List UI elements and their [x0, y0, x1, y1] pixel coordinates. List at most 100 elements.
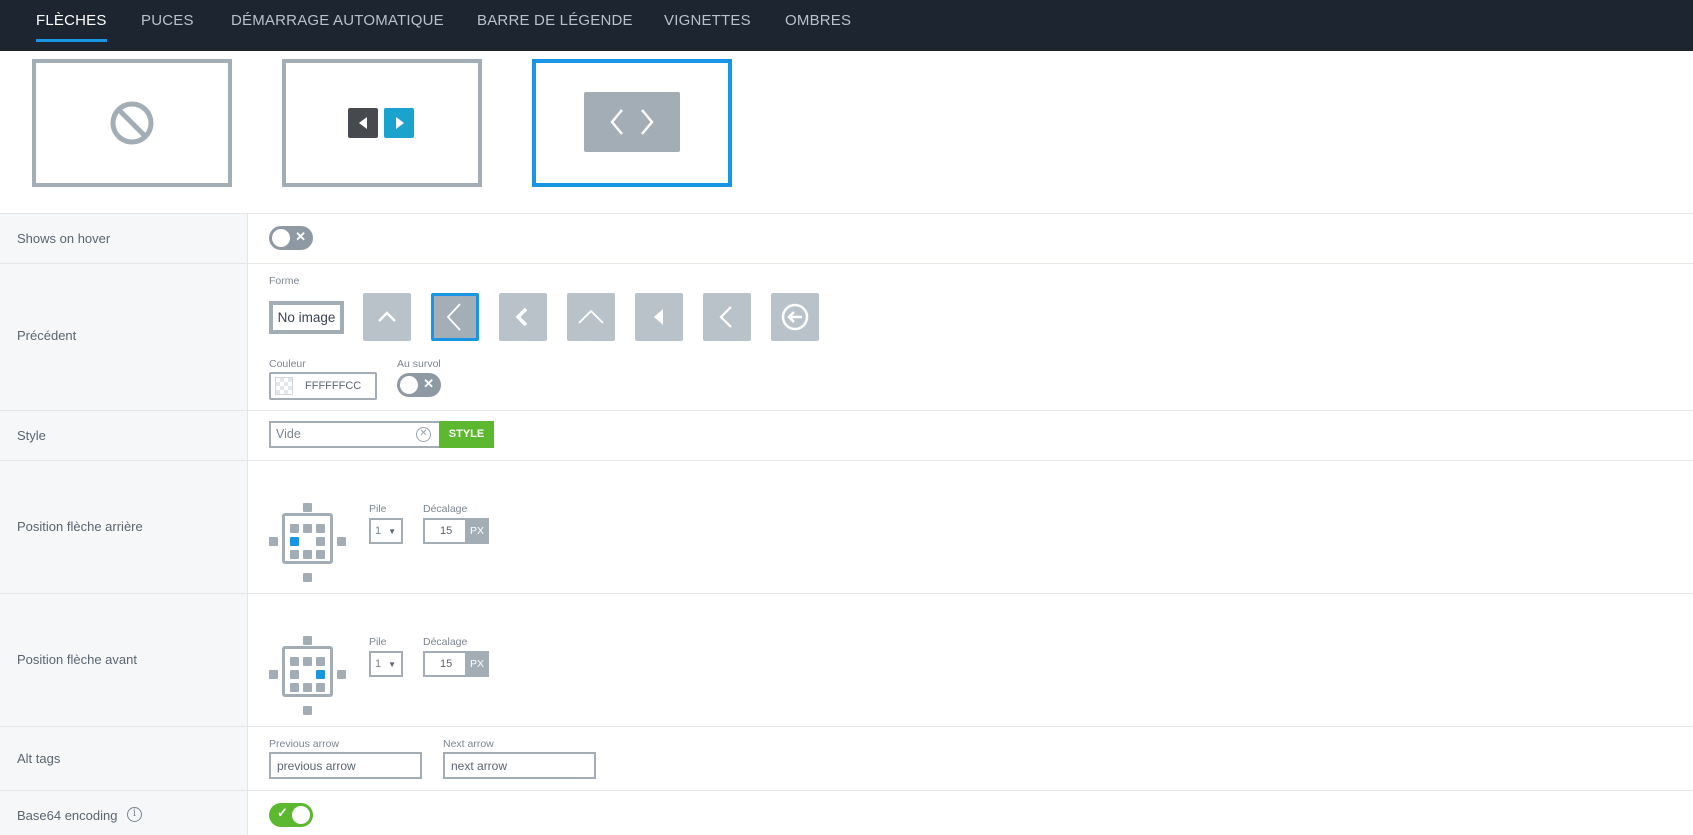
position-bottom-left[interactable]: [290, 683, 299, 692]
thin-chevron-up-icon: [578, 309, 604, 324]
shape-thin-chevron-left[interactable]: [431, 293, 479, 341]
position-top-center[interactable]: [303, 524, 312, 533]
bold-chevron-left-icon: [515, 307, 528, 327]
stack-value: 1: [375, 525, 382, 537]
position-top-outside[interactable]: [303, 636, 312, 645]
stack-select[interactable]: 1 ▼: [369, 518, 403, 544]
position-bottom-right[interactable]: [316, 550, 325, 559]
tab-vignettes[interactable]: VIGNETTES: [664, 12, 751, 29]
position-middle-left[interactable]: [290, 670, 299, 679]
offset-input[interactable]: 15: [423, 651, 467, 677]
shows-on-hover-label: Shows on hover: [17, 231, 111, 246]
row-style: Style: [0, 410, 1693, 460]
row-shows-on-hover: Shows on hover: [0, 213, 1693, 263]
tab-ombres[interactable]: OMBRES: [785, 12, 851, 29]
small-arrow-buttons-icon: [348, 108, 414, 138]
arrow-type-none[interactable]: [32, 59, 232, 187]
arrow-type-chevron-box[interactable]: [532, 59, 732, 187]
shape-label: Forme: [269, 275, 300, 287]
toggle-knob: [292, 806, 310, 824]
shows-on-hover-toggle[interactable]: ✕: [269, 226, 313, 250]
previous-arrow-label: Previous arrow: [269, 738, 340, 750]
previous-arrow-alt-input[interactable]: previous arrow: [269, 752, 422, 779]
unit-label: PX: [465, 518, 489, 544]
row-front-arrow-position: Position flèche avant: [0, 593, 1693, 726]
hover-label: Au survol: [397, 358, 441, 370]
color-picker-input[interactable]: FFFFFFCC: [269, 372, 377, 400]
shape-chevron-up[interactable]: [363, 293, 411, 341]
base64-label: Base64 encoding: [17, 808, 118, 823]
stack-label: Pile: [369, 503, 387, 515]
position-middle-left[interactable]: [290, 537, 299, 546]
position-bottom-center[interactable]: [303, 683, 312, 692]
shape-triangle-left[interactable]: [635, 293, 683, 341]
arrow-type-small-buttons[interactable]: [282, 59, 482, 187]
next-arrow-label: Next arrow: [443, 738, 494, 750]
next-arrow-alt-input[interactable]: next arrow: [443, 752, 596, 779]
tab-demarrage-automatique[interactable]: DÉMARRAGE AUTOMATIQUE: [231, 12, 444, 29]
front-position-label: Position flèche avant: [17, 652, 137, 667]
position-middle-right[interactable]: [316, 670, 325, 679]
none-icon: [110, 101, 154, 145]
row-alt-tags: Alt tags: [0, 726, 1693, 790]
toggle-knob: [272, 229, 290, 247]
position-right-outside[interactable]: [337, 670, 346, 679]
hover-color-toggle[interactable]: ✕: [397, 373, 441, 397]
base64-toggle[interactable]: ✓: [269, 803, 313, 827]
position-middle-right[interactable]: [316, 537, 325, 546]
tab-puces[interactable]: PUCES: [141, 12, 194, 29]
position-bottom-right[interactable]: [316, 683, 325, 692]
style-button[interactable]: STYLE: [439, 421, 494, 448]
position-top-left[interactable]: [290, 657, 299, 666]
front-arrow-position-grid: [269, 634, 346, 718]
position-bottom-left[interactable]: [290, 550, 299, 559]
precedent-label: Précédent: [17, 328, 77, 343]
back-position-label: Position flèche arrière: [17, 519, 143, 534]
position-bottom-outside[interactable]: [303, 706, 312, 715]
shape-chevron-left[interactable]: [703, 293, 751, 341]
position-left-outside[interactable]: [269, 537, 278, 546]
close-icon: ✕: [295, 229, 306, 244]
row-back-arrow-position: Position flèche arrière: [0, 460, 1693, 593]
chevron-up-icon: [378, 311, 396, 322]
position-bottom-center[interactable]: [303, 550, 312, 559]
offset-label: Décalage: [423, 636, 468, 648]
caret-down-icon: ▼: [388, 527, 396, 536]
position-right-outside[interactable]: [337, 537, 346, 546]
style-input[interactable]: Vide: [269, 421, 439, 448]
stack-label: Pile: [369, 636, 387, 648]
chevron-left-icon: [719, 306, 732, 328]
back-arrow-position-grid: [269, 501, 346, 585]
color-value: FFFFFFCC: [305, 380, 362, 392]
position-top-center[interactable]: [303, 657, 312, 666]
unit-label: PX: [465, 651, 489, 677]
shape-circle-arrow-left[interactable]: [771, 293, 819, 341]
stack-value: 1: [375, 658, 382, 670]
position-top-left[interactable]: [290, 524, 299, 533]
stack-select[interactable]: 1 ▼: [369, 651, 403, 677]
position-top-right[interactable]: [316, 657, 325, 666]
tab-fleches[interactable]: FLÈCHES: [36, 12, 107, 42]
check-icon: ✓: [277, 805, 288, 820]
caret-down-icon: ▼: [388, 660, 396, 669]
offset-input[interactable]: 15: [423, 518, 467, 544]
row-base64-encoding: Base64 encoding: [0, 790, 1693, 835]
color-label: Couleur: [269, 358, 306, 370]
thin-chevron-left-icon: [446, 303, 461, 331]
clear-icon[interactable]: ✕: [416, 427, 431, 442]
circle-arrow-left-icon: [781, 303, 809, 331]
position-top-outside[interactable]: [303, 503, 312, 512]
toggle-knob: [400, 376, 418, 394]
position-top-right[interactable]: [316, 524, 325, 533]
triangle-left-icon: [654, 309, 663, 325]
top-tab-bar: FLÈCHES PUCES DÉMARRAGE AUTOMATIQUE BARR…: [0, 0, 1693, 51]
shape-thin-chevron-up[interactable]: [567, 293, 615, 341]
row-precedent: Précédent: [0, 263, 1693, 410]
chevron-pair-icon: [584, 92, 680, 152]
shape-bold-chevron-left[interactable]: [499, 293, 547, 341]
position-bottom-outside[interactable]: [303, 573, 312, 582]
no-image-button[interactable]: No image: [269, 301, 344, 334]
tab-barre-de-legende[interactable]: BARRE DE LÉGENDE: [477, 12, 633, 29]
position-left-outside[interactable]: [269, 670, 278, 679]
info-icon[interactable]: i: [127, 807, 142, 822]
